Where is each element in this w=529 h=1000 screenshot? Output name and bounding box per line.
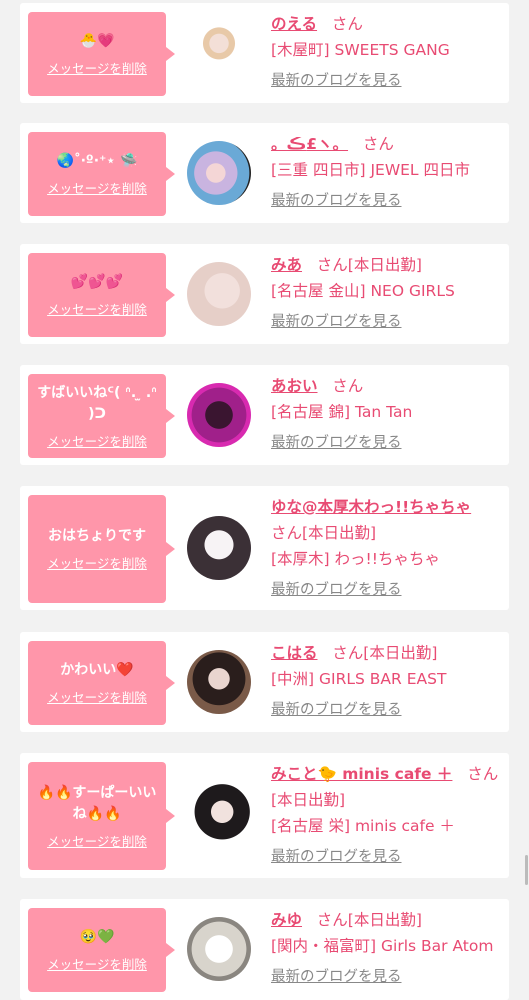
message-text: 💕💕💕	[70, 274, 124, 290]
cast-name-link[interactable]: みこと🐤 minis cafe ＋	[271, 765, 452, 783]
cast-name-link[interactable]: みあ	[271, 256, 302, 274]
delete-message-link[interactable]: メッセージを削除	[47, 954, 147, 973]
cast-name-link[interactable]: みゆ	[271, 911, 302, 929]
avatar[interactable]	[187, 516, 251, 580]
message-text: 🥹💚	[79, 929, 115, 945]
cast-info: こはる さん[本日出勤] [中洲] GIRLS BAR EAST 最新のブログを…	[271, 640, 499, 719]
message-bubble: すばいいねᑦ( ᐢ. ̫ .ᐢ )ᑐ メッセージを削除	[28, 374, 175, 458]
honorific: さん	[467, 765, 499, 783]
latest-blog-link[interactable]: 最新のブログを見る	[271, 578, 402, 599]
honorific: さん[本日出勤]	[316, 256, 422, 274]
delete-message-link[interactable]: メッセージを削除	[47, 431, 147, 450]
message-text: かわいい❤️	[60, 662, 134, 678]
honorific: さん[本日出勤]	[271, 524, 377, 542]
cast-info: 。ڪ£ヽ。 さん [三重 四日市] JEWEL 四日市 最新のブログを見る	[271, 131, 499, 210]
cast-name-link[interactable]: あおい	[271, 377, 318, 395]
latest-blog-link[interactable]: 最新のブログを見る	[271, 698, 402, 719]
avatar[interactable]	[187, 262, 251, 326]
list-item: 🔥🔥すーぱーいいね🔥🔥 メッセージを削除 みこと🐤 minis cafe ＋ さ…	[20, 753, 509, 878]
message-text: すばいいねᑦ( ᐢ. ̫ .ᐢ )ᑐ	[37, 384, 162, 422]
cast-info: みこと🐤 minis cafe ＋ さん [本日出勤] [名古屋 栄] mini…	[271, 761, 499, 866]
delete-message-link[interactable]: メッセージを削除	[47, 299, 147, 318]
shop-line: [木屋町] SWEETS GANG	[271, 41, 450, 59]
delete-message-link[interactable]: メッセージを削除	[47, 687, 147, 706]
message-text: 🐣💗	[79, 33, 115, 49]
cast-name-link[interactable]: ゆな@本厚木わっ!!ちゃちゃ	[271, 498, 471, 516]
cast-name-link[interactable]: こはる	[271, 644, 318, 662]
honorific: さん	[332, 377, 364, 395]
delete-message-link[interactable]: メッセージを削除	[47, 831, 147, 850]
cast-info: のえる さん [木屋町] SWEETS GANG 最新のブログを見る	[271, 11, 499, 90]
scrollbar[interactable]	[525, 855, 528, 885]
cast-name-link[interactable]: 。ڪ£ヽ。	[271, 135, 348, 153]
honorific: さん[本日出勤]	[316, 911, 422, 929]
message-text: 🌏˚‧º·⁺⋆ 🛸	[56, 153, 138, 169]
message-bubble: 🔥🔥すーぱーいいね🔥🔥 メッセージを削除	[28, 762, 175, 870]
honorific: さん[本日出勤]	[332, 644, 438, 662]
latest-blog-link[interactable]: 最新のブログを見る	[271, 431, 402, 452]
shop-line: [中洲] GIRLS BAR EAST	[271, 670, 447, 688]
cast-info: あおい さん [名古屋 錦] Tan Tan 最新のブログを見る	[271, 373, 499, 452]
message-text: おはちょりです	[48, 528, 146, 544]
avatar[interactable]	[187, 650, 251, 714]
shop-line: [名古屋 金山] NEO GIRLS	[271, 282, 455, 300]
delete-message-link[interactable]: メッセージを削除	[47, 553, 147, 572]
latest-blog-link[interactable]: 最新のブログを見る	[271, 69, 402, 90]
list-item: 🥹💚 メッセージを削除 みゆ さん[本日出勤] [関内・福富町] Girls B…	[20, 899, 509, 1000]
message-bubble: おはちょりです メッセージを削除	[28, 495, 175, 603]
avatar[interactable]	[187, 21, 251, 85]
latest-blog-link[interactable]: 最新のブログを見る	[271, 965, 402, 986]
list-item: おはちょりです メッセージを削除 ゆな@本厚木わっ!!ちゃちゃ さん[本日出勤]…	[20, 486, 509, 610]
cast-info: みあ さん[本日出勤] [名古屋 金山] NEO GIRLS 最新のブログを見る	[271, 252, 499, 331]
latest-blog-link[interactable]: 最新のブログを見る	[271, 189, 402, 210]
delete-message-link[interactable]: メッセージを削除	[47, 178, 147, 197]
status-line: [本日出勤]	[271, 791, 346, 809]
latest-blog-link[interactable]: 最新のブログを見る	[271, 845, 402, 866]
cast-name-link[interactable]: のえる	[271, 15, 317, 33]
cast-info: ゆな@本厚木わっ!!ちゃちゃ さん[本日出勤] [本厚木] わっ!!ちゃちゃ 最…	[271, 494, 499, 599]
list-item: かわいい❤️ メッセージを削除 こはる さん[本日出勤] [中洲] GIRLS …	[20, 632, 509, 732]
shop-line: [関内・福富町] Girls Bar Atom	[271, 937, 494, 955]
shop-line: [本厚木] わっ!!ちゃちゃ	[271, 550, 440, 568]
list-item: すばいいねᑦ( ᐢ. ̫ .ᐢ )ᑐ メッセージを削除 あおい さん [名古屋 …	[20, 365, 509, 465]
shop-line: [名古屋 栄] minis cafe ＋	[271, 817, 455, 835]
avatar[interactable]	[187, 141, 251, 205]
message-text: 🔥🔥すーぱーいいね🔥🔥	[37, 784, 157, 822]
list-item: 💕💕💕 メッセージを削除 みあ さん[本日出勤] [名古屋 金山] NEO GI…	[20, 244, 509, 344]
message-bubble: 🌏˚‧º·⁺⋆ 🛸 メッセージを削除	[28, 132, 175, 216]
list-item: 🐣💗 メッセージを削除 のえる さん [木屋町] SWEETS GANG 最新の…	[20, 3, 509, 103]
honorific: さん	[331, 15, 363, 33]
avatar[interactable]	[187, 383, 251, 447]
shop-line: [名古屋 錦] Tan Tan	[271, 403, 413, 421]
message-bubble: 💕💕💕 メッセージを削除	[28, 253, 175, 337]
cast-info: みゆ さん[本日出勤] [関内・福富町] Girls Bar Atom 最新のブ…	[271, 907, 499, 986]
delete-message-link[interactable]: メッセージを削除	[47, 58, 147, 77]
message-bubble: かわいい❤️ メッセージを削除	[28, 641, 175, 725]
avatar[interactable]	[187, 783, 251, 847]
list-item: 🌏˚‧º·⁺⋆ 🛸 メッセージを削除 。ڪ£ヽ。 さん [三重 四日市] JEW…	[20, 123, 509, 223]
shop-line: [三重 四日市] JEWEL 四日市	[271, 161, 470, 179]
avatar[interactable]	[187, 917, 251, 981]
latest-blog-link[interactable]: 最新のブログを見る	[271, 310, 402, 331]
message-bubble: 🐣💗 メッセージを削除	[28, 12, 175, 96]
honorific: さん	[362, 135, 394, 153]
message-bubble: 🥹💚 メッセージを削除	[28, 908, 175, 992]
